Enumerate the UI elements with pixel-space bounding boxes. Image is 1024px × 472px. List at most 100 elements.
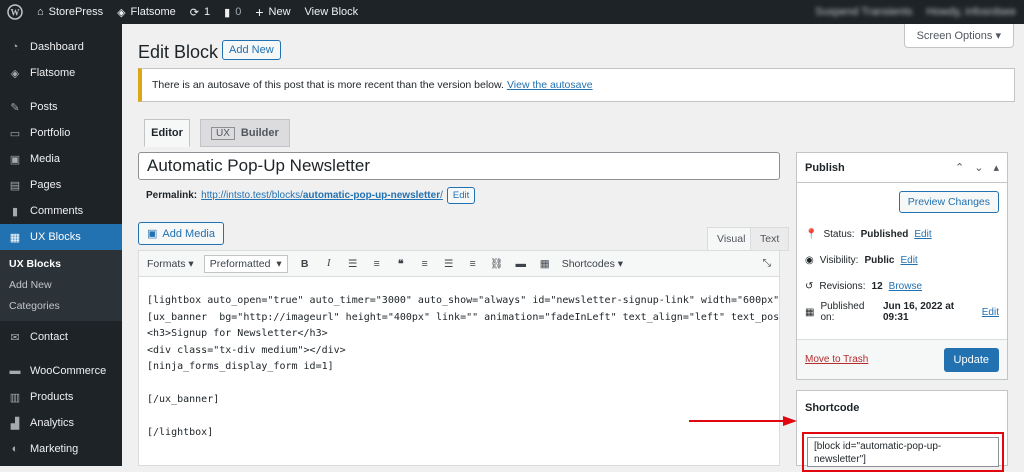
- align-center-icon[interactable]: ☰: [442, 258, 456, 270]
- published-on-row: ▦ Published on: Jun 16, 2022 at 09:31 Edit: [805, 301, 999, 323]
- admin-bar-right-item[interactable]: Suspend Transients: [815, 6, 912, 18]
- view-block-link[interactable]: View Block: [298, 0, 366, 24]
- align-right-icon[interactable]: ≡: [466, 258, 480, 270]
- page-title: Edit Block: [138, 42, 219, 62]
- admin-sidebar: ◔ Dashboard ◈ Flatsome ✎ Posts ▭ Portfolio ▣…: [0, 24, 122, 466]
- publish-box-header: Publish ⌃ ⌄ ▴: [797, 153, 1007, 183]
- code-line: <div class="tx-div medium"></div>: [147, 344, 346, 356]
- preview-changes-button[interactable]: Preview Changes: [898, 191, 999, 213]
- link-icon[interactable]: ⛓: [490, 257, 504, 270]
- sidebar-item-portfolio[interactable]: ▭ Portfolio: [0, 120, 122, 146]
- view-autosave-link[interactable]: View the autosave: [507, 79, 593, 91]
- sidebar-item-woocommerce[interactable]: ▬ WooCommerce: [0, 358, 122, 384]
- products-icon: ▥: [9, 391, 21, 404]
- updates-icon: ⟳: [189, 6, 200, 19]
- megaphone-icon: ◐: [11, 443, 19, 455]
- status-row: 📍 Status: Published Edit: [805, 228, 932, 240]
- move-to-trash-link[interactable]: Move to Trash: [805, 354, 868, 365]
- analytics-icon: ▟: [10, 417, 20, 430]
- mail-icon: ✉: [10, 331, 20, 344]
- media-icon: ▣: [9, 153, 21, 166]
- svg-text:W: W: [11, 8, 20, 18]
- wordpress-logo-icon[interactable]: W: [0, 0, 30, 24]
- new-content-link[interactable]: + New: [248, 0, 297, 24]
- sidebar-item-analytics[interactable]: ▟ Analytics: [0, 410, 122, 436]
- align-left-icon[interactable]: ≡: [418, 258, 432, 270]
- dashboard-icon: ◔: [11, 41, 19, 53]
- code-line: ​: [147, 376, 771, 393]
- sidebar-item-pages[interactable]: ▤ Pages: [0, 172, 122, 198]
- numbered-list-icon[interactable]: ≡: [370, 258, 384, 270]
- caret-down-icon: ▾: [995, 30, 1001, 42]
- updates-link[interactable]: ⟳ 1: [183, 0, 217, 24]
- flatsome-link[interactable]: ◈ Flatsome: [110, 0, 183, 24]
- home-icon: ⌂: [37, 6, 44, 18]
- flatsome-icon: ◈: [117, 6, 126, 19]
- sidebar-item-comments[interactable]: ▮ Comments: [0, 198, 122, 224]
- sidebar-item-marketing[interactable]: ◐ Marketing: [0, 436, 122, 462]
- visibility-row: ◉ Visibility: Public Edit: [805, 254, 918, 266]
- editor-toolbar: Formats ▾ Preformatted ▾ B I ☰ ≡ ❝ ≡ ☰ ≡ …: [139, 251, 779, 277]
- sidebar-item-contact[interactable]: ✉ Contact: [0, 324, 122, 350]
- paragraph-format-select[interactable]: Preformatted ▾: [203, 254, 288, 273]
- publish-box: Publish ⌃ ⌄ ▴ Preview Changes 📍 Status: Publ…: [796, 152, 1008, 380]
- permalink-edit-button[interactable]: Edit: [446, 187, 476, 204]
- code-line: [/lightbox]: [147, 427, 214, 438]
- chevron-up-icon[interactable]: ⌃: [955, 161, 964, 174]
- revisions-browse-link[interactable]: Browse: [889, 281, 922, 292]
- highlight-box: [802, 432, 1004, 472]
- add-new-button[interactable]: Add New: [222, 40, 281, 60]
- tab-editor[interactable]: Editor: [144, 119, 190, 147]
- tab-ux-builder[interactable]: UX Builder: [200, 119, 290, 147]
- visibility-edit-link[interactable]: Edit: [900, 255, 917, 266]
- main-content: Screen Options ▾ Edit Block Add New Ther…: [122, 24, 1024, 472]
- screen-options-button[interactable]: Screen Options ▾: [903, 24, 1014, 48]
- site-name-link[interactable]: ⌂ StorePress: [30, 0, 110, 24]
- code-line: [/ux_banner]: [147, 394, 220, 405]
- admin-bar: W ⌂ StorePress ◈ Flatsome ⟳ 1 ▮ 0 + New …: [0, 0, 1024, 24]
- sidebar-item-ux-blocks[interactable]: ▦ UX Blocks: [0, 224, 122, 250]
- pin-icon: ✎: [10, 101, 20, 114]
- italic-icon[interactable]: I: [322, 258, 336, 269]
- permalink-link[interactable]: http://intsto.test/blocks/automatic-pop-…: [201, 190, 443, 201]
- sidebar-item-flatsome[interactable]: ◈ Flatsome: [0, 60, 122, 86]
- sidebar-item-products[interactable]: ▥ Products: [0, 384, 122, 410]
- howdy-account[interactable]: Howdy, infosrdsee: [926, 6, 1016, 18]
- tab-visual[interactable]: Visual: [707, 227, 756, 251]
- submenu-categories[interactable]: Categories: [0, 296, 122, 317]
- publish-actions: Move to Trash Update: [797, 339, 1007, 379]
- chevron-down-icon[interactable]: ⌄: [974, 161, 983, 174]
- shortcode-box-header: Shortcode: [805, 402, 860, 414]
- comments-link[interactable]: ▮ 0: [217, 0, 248, 24]
- code-line: [ux_banner bg="http://imageurl" height="…: [147, 311, 780, 323]
- blocks-icon: ▦: [9, 231, 21, 244]
- add-media-button[interactable]: ▣ Add Media: [138, 222, 224, 245]
- calendar-icon: ▦: [805, 306, 815, 318]
- read-more-icon[interactable]: ▬: [514, 258, 528, 270]
- tab-text[interactable]: Text: [750, 227, 790, 251]
- shortcode-box: Shortcode [block id="automatic-pop-up-ne…: [796, 390, 1008, 472]
- submenu-ux-blocks[interactable]: UX Blocks: [0, 254, 122, 275]
- code-line: ​: [147, 409, 771, 426]
- ux-blocks-submenu: UX Blocks Add New Categories: [0, 250, 122, 321]
- update-button[interactable]: Update: [943, 347, 999, 372]
- formats-dropdown[interactable]: Formats ▾: [147, 258, 194, 270]
- fullscreen-icon[interactable]: ⤡: [763, 257, 771, 270]
- pin-icon: 📍: [805, 228, 818, 240]
- sidebar-item-dashboard[interactable]: ◔ Dashboard: [0, 34, 122, 60]
- code-line: [ninja_forms_display_form id=1]: [147, 361, 334, 372]
- toolbar-toggle-icon[interactable]: ▦: [538, 258, 552, 270]
- triangle-up-icon[interactable]: ▴: [993, 161, 999, 174]
- blockquote-icon[interactable]: ❝: [394, 258, 408, 270]
- post-title-input[interactable]: Automatic Pop-Up Newsletter: [138, 152, 780, 180]
- shortcodes-dropdown[interactable]: Shortcodes ▾: [562, 258, 623, 270]
- sidebar-item-media[interactable]: ▣ Media: [0, 146, 122, 172]
- permalink-row: Permalink: http://intsto.test/blocks/aut…: [146, 187, 476, 204]
- submenu-add-new[interactable]: Add New: [0, 275, 122, 296]
- published-edit-link[interactable]: Edit: [982, 307, 999, 318]
- bold-icon[interactable]: B: [298, 258, 312, 270]
- status-edit-link[interactable]: Edit: [914, 229, 931, 240]
- bullet-list-icon[interactable]: ☰: [346, 258, 360, 270]
- sidebar-item-posts[interactable]: ✎ Posts: [0, 94, 122, 120]
- content-editor[interactable]: Formats ▾ Preformatted ▾ B I ☰ ≡ ❝ ≡ ☰ ≡ …: [138, 250, 780, 466]
